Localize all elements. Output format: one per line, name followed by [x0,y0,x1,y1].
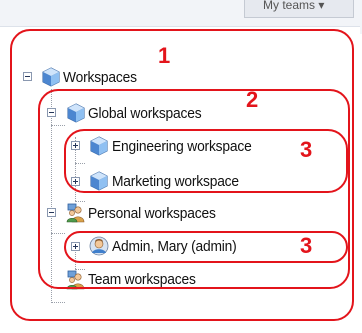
annotation-number-2: 2 [246,87,259,112]
annotation-number-1: 1 [158,43,171,68]
my-teams-button[interactable]: My teams ▾ [244,0,354,18]
workspace-tree-panel: Workspaces Global workspaces Engineering… [0,26,360,333]
annotation-number-3: 3 [300,233,313,258]
annotation-number-3: 3 [300,137,313,162]
